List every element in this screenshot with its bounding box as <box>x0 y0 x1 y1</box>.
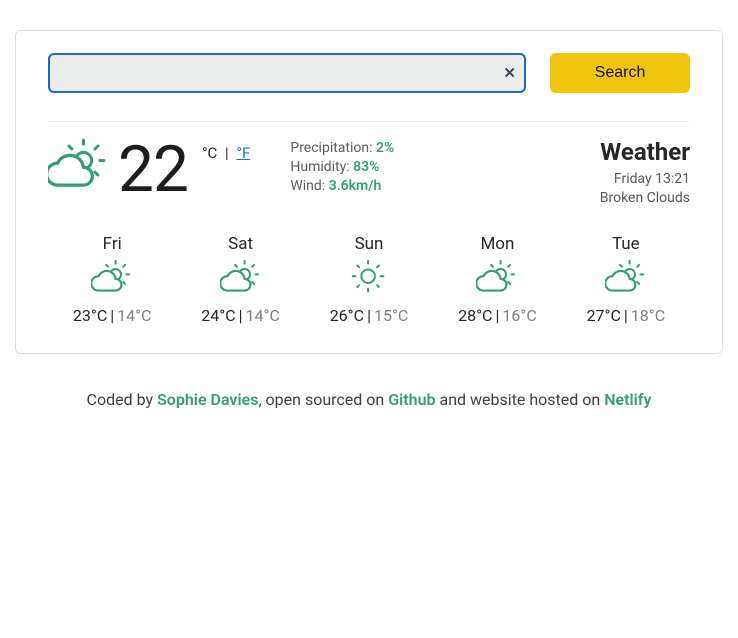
current-left: 22 °C | °F Precipitation: 2% Humidity: 8… <box>48 138 394 202</box>
forecast-day-name: Fri <box>103 234 122 254</box>
current-right: Weather Friday 13:21 Broken Clouds <box>600 138 690 208</box>
forecast-high: 27°C <box>587 306 621 325</box>
stat-wind-label: Wind: <box>290 178 325 194</box>
forecast-low: 14°C <box>246 306 280 325</box>
forecast-day-name: Sat <box>228 234 253 254</box>
forecast-day: Sat 24°C|14°C <box>176 234 304 325</box>
weather-description: Broken Clouds <box>600 189 690 208</box>
stat-wind: Wind: 3.6km/h <box>290 178 394 194</box>
forecast-day: Mon 28°C|16°C <box>433 234 561 325</box>
current-stats: Precipitation: 2% Humidity: 83% Wind: 3.… <box>290 140 394 194</box>
weather-heading: Weather <box>600 138 690 166</box>
author-link[interactable]: Sophie Davies <box>157 390 258 409</box>
forecast-weather-icon <box>91 260 133 300</box>
footer: Coded by Sophie Davies, open sourced on … <box>0 372 738 427</box>
github-link[interactable]: Github <box>388 390 435 409</box>
forecast-low: 18°C <box>631 306 665 325</box>
forecast-weather-icon <box>605 260 647 300</box>
forecast-high: 23°C <box>73 306 107 325</box>
stat-precipitation: Precipitation: 2% <box>290 140 394 156</box>
search-row: ✕ Search <box>48 53 690 122</box>
weather-datetime: Friday 13:21 <box>600 170 690 189</box>
footer-text-2: , open sourced on <box>258 390 388 409</box>
unit-fahrenheit[interactable]: °F <box>236 144 250 162</box>
current-temperature: 22 <box>118 138 188 202</box>
forecast-sep: | <box>110 306 114 325</box>
forecast-sep: | <box>239 306 243 325</box>
stat-precip-label: Precipitation: <box>290 140 372 156</box>
unit-celsius[interactable]: °C <box>202 144 217 162</box>
forecast-sep: | <box>367 306 371 325</box>
forecast-row: Fri23°C|14°CSat24°C|14°CSun26°C|15°CMon2… <box>48 234 690 325</box>
search-button[interactable]: Search <box>550 53 690 93</box>
forecast-low: 14°C <box>117 306 151 325</box>
stat-humidity: Humidity: 83% <box>290 159 394 175</box>
forecast-day: Sun 26°C|15°C <box>305 234 433 325</box>
forecast-sep: | <box>624 306 628 325</box>
weather-card: ✕ Search 22 °C | °F Precipitation: 2% Hu… <box>15 30 723 354</box>
forecast-temps: 28°C|16°C <box>458 306 537 325</box>
stat-wind-value: 3.6km/h <box>329 178 382 194</box>
search-input[interactable] <box>48 53 526 93</box>
footer-text-1: Coded by <box>87 390 157 409</box>
forecast-high: 26°C <box>330 306 364 325</box>
current-weather-icon <box>48 138 108 198</box>
forecast-day-name: Mon <box>480 234 514 254</box>
netlify-link[interactable]: Netlify <box>604 390 651 409</box>
forecast-day-name: Tue <box>612 234 640 254</box>
stat-humidity-value: 83% <box>353 159 379 175</box>
forecast-weather-icon <box>220 260 262 300</box>
current-weather: 22 °C | °F Precipitation: 2% Humidity: 8… <box>48 122 690 208</box>
forecast-low: 15°C <box>374 306 408 325</box>
stat-humidity-label: Humidity: <box>290 159 349 175</box>
stat-precip-value: 2% <box>376 140 394 156</box>
unit-separator: | <box>225 144 229 162</box>
forecast-temps: 24°C|14°C <box>201 306 280 325</box>
forecast-high: 28°C <box>458 306 492 325</box>
forecast-weather-icon <box>348 260 390 300</box>
clear-input-icon[interactable]: ✕ <box>503 64 516 82</box>
forecast-temps: 26°C|15°C <box>330 306 409 325</box>
forecast-high: 24°C <box>201 306 235 325</box>
forecast-temps: 27°C|18°C <box>587 306 666 325</box>
search-box: ✕ <box>48 53 526 93</box>
unit-toggle: °C | °F <box>202 144 250 162</box>
forecast-day-name: Sun <box>355 234 384 254</box>
forecast-temps: 23°C|14°C <box>73 306 152 325</box>
footer-text-3: and website hosted on <box>436 390 605 409</box>
forecast-low: 16°C <box>502 306 536 325</box>
forecast-weather-icon <box>476 260 518 300</box>
forecast-sep: | <box>495 306 499 325</box>
forecast-day: Fri 23°C|14°C <box>48 234 176 325</box>
forecast-day: Tue 27°C|18°C <box>562 234 690 325</box>
